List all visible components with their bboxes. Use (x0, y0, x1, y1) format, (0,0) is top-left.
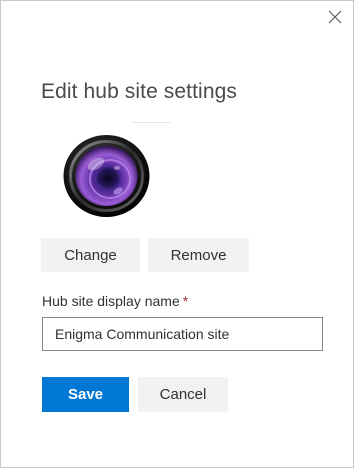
hub-site-logo (62, 133, 151, 219)
display-name-label-text: Hub site display name (42, 293, 180, 309)
required-indicator: * (182, 293, 189, 309)
edit-hub-site-panel: Edit hub site settings Change Remove Hub… (0, 0, 354, 468)
close-icon[interactable] (328, 10, 342, 24)
close-button[interactable] (325, 7, 345, 27)
panel-title: Edit hub site settings (41, 80, 237, 103)
display-name-label: Hub site display name * (42, 293, 188, 309)
change-logo-button[interactable]: Change (41, 238, 140, 272)
camera-lens-icon (63, 135, 150, 217)
display-name-input[interactable] (42, 317, 323, 351)
divider (131, 122, 171, 123)
cancel-button[interactable]: Cancel (138, 377, 228, 412)
save-button[interactable]: Save (42, 377, 129, 412)
remove-logo-button[interactable]: Remove (148, 238, 249, 272)
